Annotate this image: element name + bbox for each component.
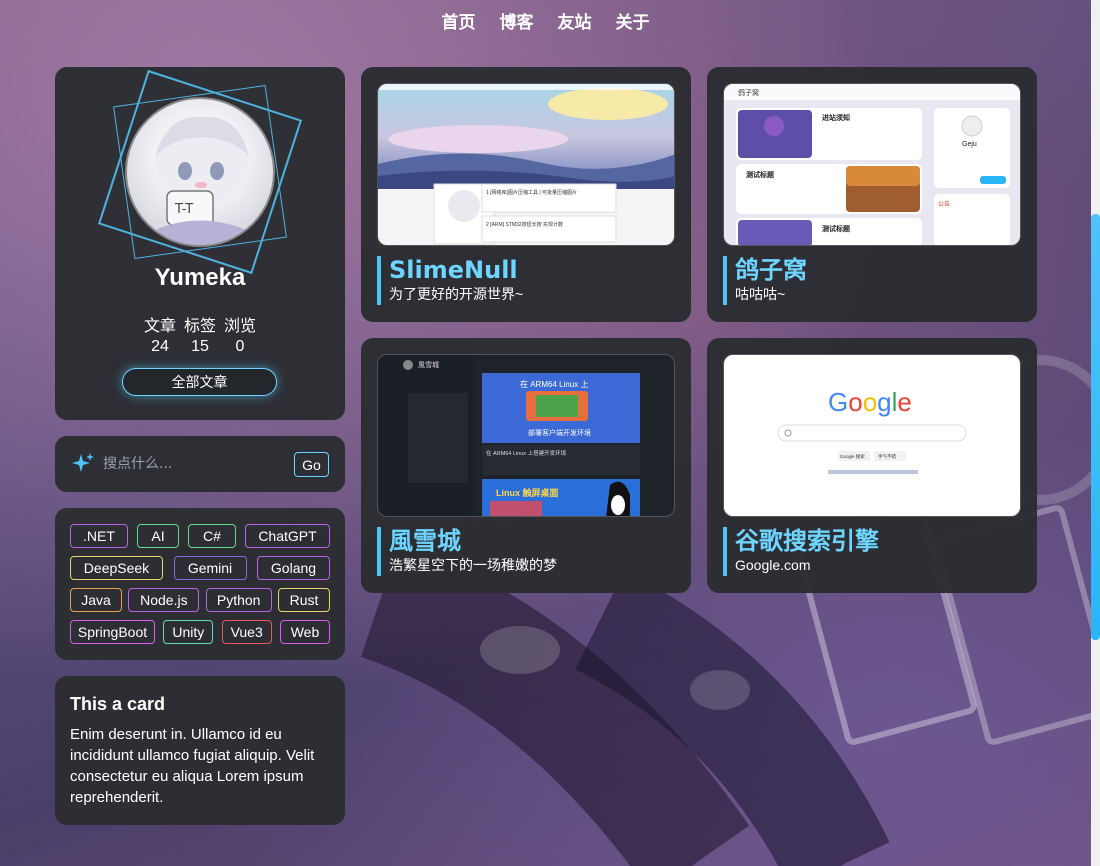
profile-card: T-T Yumeka 文章 24 标签 15 浏览 0 全部文章 <box>55 67 345 420</box>
info-card: This a card Enim deserunt in. Ullamco id… <box>55 676 345 825</box>
tag-chip[interactable]: Gemini <box>173 556 247 580</box>
google-search-button: Google 搜索 <box>840 453 865 460</box>
sparkle-icon <box>72 453 94 472</box>
site-title: 風雪城 <box>389 527 461 555</box>
google-preview: Google Google 搜索 手气不错 <box>777 387 967 474</box>
site-screenshot: 1 [网络库]图片压缩工具 | 可批量压缩图片 2 [ARM] STM32按钮长… <box>377 83 675 246</box>
site-title: 鸽子窝 <box>735 256 807 284</box>
site-info: 鸽子窝 咕咕咕~ <box>723 256 807 305</box>
site-screenshot: 鸽子窝 进站须知 测试标题 测试标题 Geju 公告 <box>723 83 1021 246</box>
profile-name: Yumeka <box>154 264 246 291</box>
site-desc: 为了更好的开源世界~ <box>389 286 524 302</box>
fengxue-preview: 風雪城 在 ARM64 Linux 上 部署客户端开发环境 在 ARM64 Li… <box>378 355 640 516</box>
stat-value: 24 <box>151 338 169 355</box>
site-info: SlimeNull 为了更好的开源世界~ <box>377 256 523 305</box>
stat-articles[interactable]: 文章 24 <box>144 312 176 356</box>
tag-chip[interactable]: Web <box>279 620 330 644</box>
stat-views: 浏览 0 <box>224 312 256 356</box>
avatar-illustration: T-T <box>155 116 249 245</box>
slimenull-post-1: 1 [网络库]图片压缩工具 | 可批量压缩图片 <box>486 189 577 196</box>
slimenull-preview: 1 [网络库]图片压缩工具 | 可批量压缩图片 2 [ARM] STM32按钮长… <box>378 84 674 245</box>
nav-blog[interactable]: 博客 <box>500 8 534 33</box>
top-nav: 首页 博客 友站 关于 <box>0 8 1091 33</box>
fengxue-post-title: 在 ARM64 Linux 上搭建开发环境 <box>486 449 567 457</box>
tags-card: .NET AI C# ChatGPT DeepSeek Gemini Golang Java N… <box>55 508 345 660</box>
stat-label: 标签 <box>184 318 217 335</box>
scrollbar-thumb[interactable] <box>1091 214 1100 640</box>
stat-tags[interactable]: 标签 15 <box>184 312 216 356</box>
gezi-notice: 公告 <box>938 200 950 208</box>
tag-chip[interactable]: Golang <box>257 556 330 580</box>
tag-chip[interactable]: SpringBoot <box>70 620 155 644</box>
stat-label: 文章 <box>144 318 177 335</box>
avatar-container: T-T <box>97 69 303 275</box>
svg-text:T-T: T-T <box>174 202 193 217</box>
search-go-button[interactable]: Go <box>294 452 329 477</box>
gezi-card-title-1: 进站须知 <box>822 113 850 122</box>
info-card-title: This a card <box>70 694 166 714</box>
site-title: SlimeNull <box>389 256 518 284</box>
nav-home[interactable]: 首页 <box>442 8 476 33</box>
gezi-preview: 鸽子窝 进站须知 测试标题 测试标题 Geju 公告 <box>724 84 1020 245</box>
tag-chip[interactable]: Python <box>205 588 272 612</box>
tag-chip[interactable]: DeepSeek <box>70 556 163 580</box>
avatar[interactable]: T-T <box>125 97 275 247</box>
tag-chip[interactable]: Java <box>70 588 122 612</box>
site-card-gezi[interactable]: 鸽子窝 进站须知 测试标题 测试标题 Geju 公告 鸽子窝 咕咕咕~ <box>707 67 1037 322</box>
tag-chip[interactable]: ChatGPT <box>245 524 330 548</box>
site-title: 谷歌搜索引擎 <box>735 527 879 555</box>
site-screenshot: Google Google 搜索 手气不错 <box>723 354 1021 517</box>
site-desc: 浩繁星空下的一场稚嫩的梦 <box>389 557 557 573</box>
fengxue-banner-3: Linux 触屏桌面 <box>496 487 559 498</box>
tag-chip[interactable]: Unity <box>163 620 214 644</box>
site-desc: 咕咕咕~ <box>735 286 786 302</box>
search-card: Go <box>55 436 345 492</box>
info-card-body: Enim deserunt in. Ullamco id eu incididu… <box>70 726 315 806</box>
site-screenshot: 風雪城 在 ARM64 Linux 上 部署客户端开发环境 在 ARM64 Li… <box>377 354 675 517</box>
fengxue-banner-line-2: 部署客户端开发环境 <box>528 428 591 437</box>
nav-friends[interactable]: 友站 <box>558 8 592 33</box>
tag-chip[interactable]: Rust <box>277 588 330 612</box>
site-desc: Google.com <box>735 557 811 573</box>
search-input[interactable] <box>103 452 283 476</box>
slimenull-post-2: 2 [ARM] STM32按钮长按 实现计数 <box>486 221 563 228</box>
stat-label: 浏览 <box>224 318 257 335</box>
site-info: 谷歌搜索引擎 Google.com <box>723 527 879 576</box>
google-lucky-button: 手气不错 <box>878 453 896 460</box>
gezi-card-title-2: 测试标题 <box>746 170 775 179</box>
tag-list: .NET AI C# ChatGPT DeepSeek Gemini Golang Java N… <box>70 524 330 644</box>
site-card-slimenull[interactable]: 1 [网络库]图片压缩工具 | 可批量压缩图片 2 [ARM] STM32按钮长… <box>361 67 691 322</box>
tag-chip[interactable]: AI <box>137 524 179 548</box>
stat-value: 0 <box>235 338 245 355</box>
site-info: 風雪城 浩繁星空下的一场稚嫩的梦 <box>377 527 557 576</box>
tag-row: Java Node.js Python Rust <box>70 588 330 612</box>
tag-chip[interactable]: Vue3 <box>221 620 272 644</box>
fengxue-banner-line-1: 在 ARM64 Linux 上 <box>520 379 588 389</box>
site-card-google[interactable]: Google Google 搜索 手气不错 谷歌搜索引擎 Google.com <box>707 338 1037 593</box>
tag-row: DeepSeek Gemini Golang <box>70 556 330 580</box>
profile-stats: 文章 24 标签 15 浏览 0 <box>55 312 345 356</box>
all-articles-button[interactable]: 全部文章 <box>122 368 277 396</box>
google-logo: Google <box>828 387 912 417</box>
site-card-fengxue[interactable]: 風雪城 在 ARM64 Linux 上 部署客户端开发环境 在 ARM64 Li… <box>361 338 691 593</box>
tag-chip[interactable]: C# <box>188 524 236 548</box>
gezi-card-title-3: 测试标题 <box>822 224 851 233</box>
tag-chip[interactable]: Node.js <box>128 588 200 612</box>
gezi-logo: 鸽子窝 <box>738 88 759 97</box>
stat-value: 15 <box>191 338 209 355</box>
gezi-profile-name: Geju <box>962 141 977 148</box>
nav-about[interactable]: 关于 <box>616 8 650 33</box>
tag-chip[interactable]: .NET <box>70 524 128 548</box>
fengxue-logo: 風雪城 <box>418 361 439 369</box>
tag-row: SpringBoot Unity Vue3 Web <box>70 620 330 644</box>
tag-row: .NET AI C# ChatGPT <box>70 524 330 548</box>
